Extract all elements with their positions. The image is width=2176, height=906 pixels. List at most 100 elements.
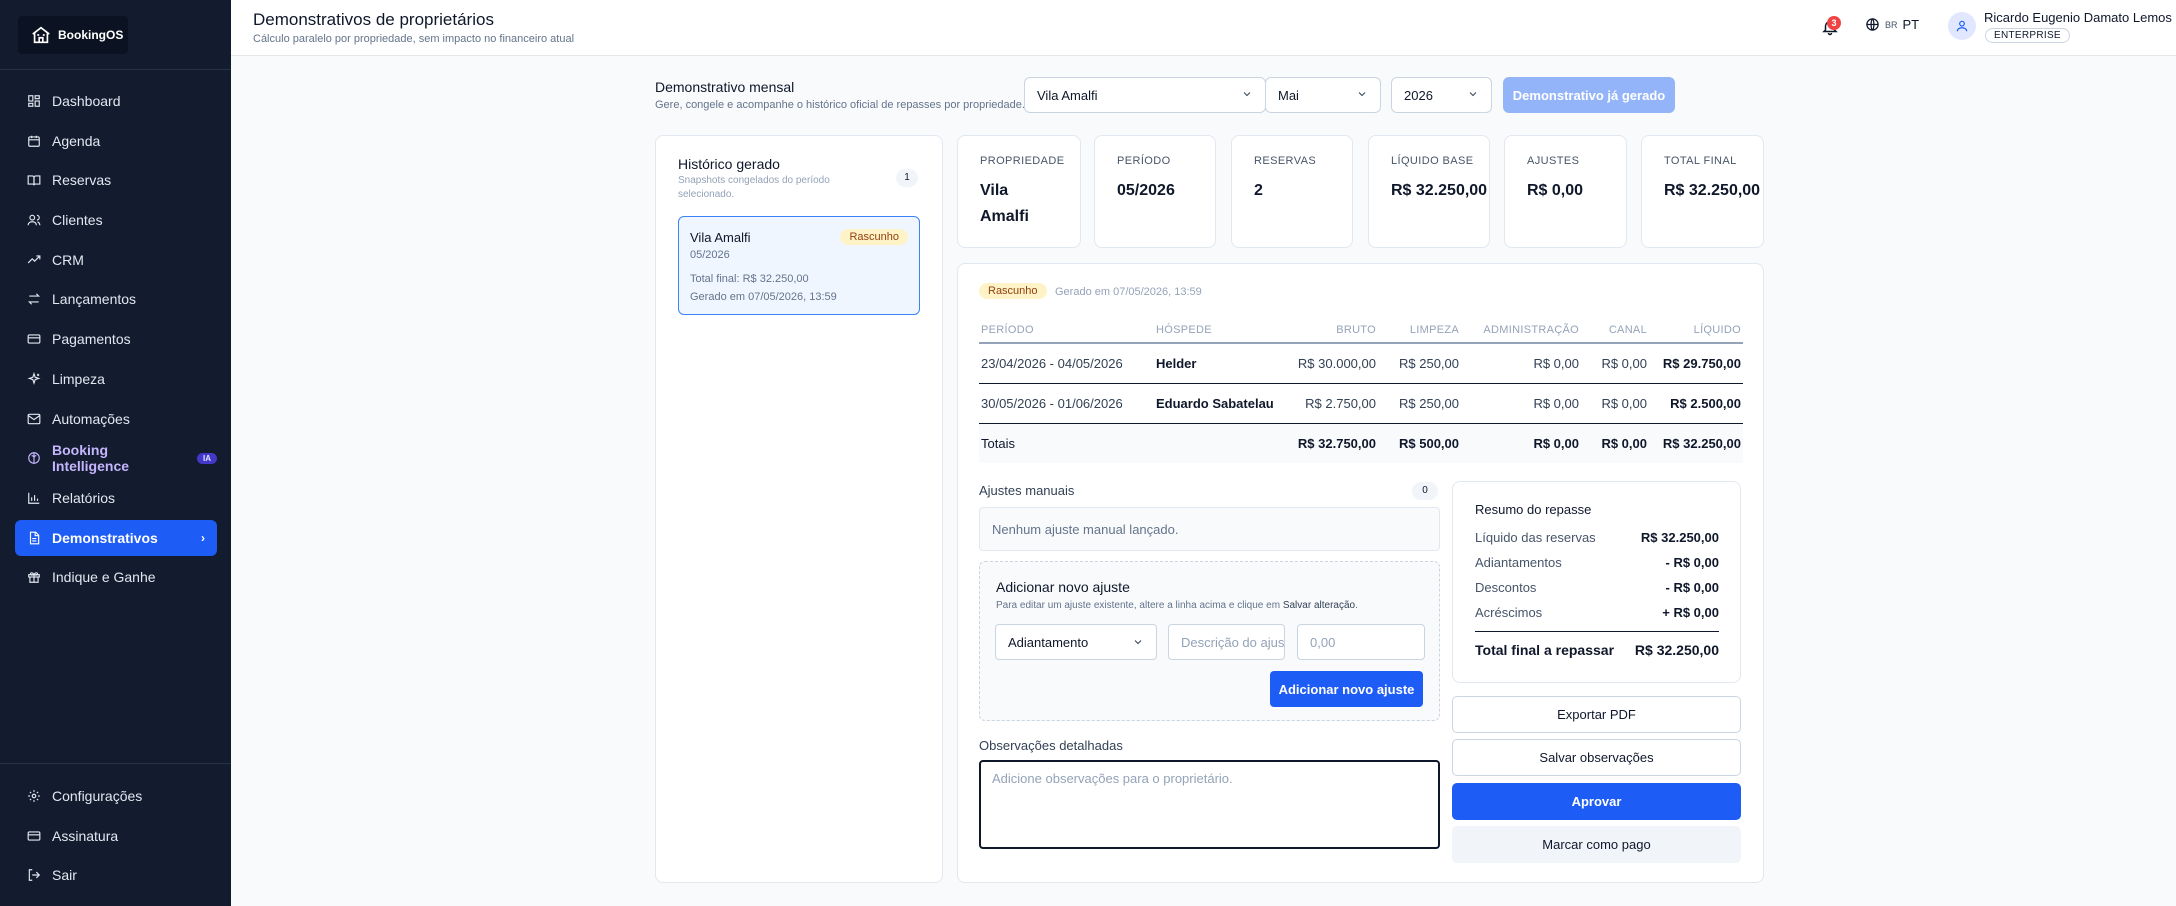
- sidebar-item-reservas[interactable]: Reservas: [15, 162, 217, 198]
- month-select[interactable]: Mai: [1265, 77, 1381, 113]
- app-logo-text: BookingOS: [58, 27, 124, 42]
- sidebar-item-clientes[interactable]: Clientes: [15, 202, 217, 238]
- stat-card-net-base: LÍQUIDO BASE R$ 32.250,00: [1368, 135, 1490, 248]
- globe-icon: [1866, 18, 1879, 31]
- snapshot-card[interactable]: Vila Amalfi Rascunho 05/2026 Total final…: [678, 216, 920, 315]
- cleaning-cell: R$ 250,00: [1378, 383, 1461, 424]
- sidebar-item-sair[interactable]: Sair: [15, 857, 217, 893]
- export-pdf-button[interactable]: Exportar PDF: [1452, 696, 1741, 733]
- approve-button[interactable]: Aprovar: [1452, 783, 1741, 820]
- sidebar-item-dashboard[interactable]: Dashboard: [15, 83, 217, 119]
- sidebar-item-label: Relatórios: [52, 489, 116, 506]
- sidebar-item-label: Clientes: [52, 212, 103, 229]
- sidebar-divider: [0, 763, 231, 764]
- totals-cleaning: R$ 500,00: [1378, 423, 1461, 463]
- save-observations-button[interactable]: Salvar observações: [1452, 739, 1741, 776]
- adjustment-value-input[interactable]: 0,00: [1297, 624, 1425, 660]
- adjustments-count-badge: 0: [1412, 482, 1438, 500]
- language-flag: BR: [1885, 19, 1898, 30]
- language-selector[interactable]: BR PT: [1865, 17, 1919, 32]
- stat-label: PERÍODO: [1117, 155, 1171, 167]
- history-title: Histórico gerado: [678, 156, 780, 172]
- stat-value: 05/2026: [1117, 182, 1175, 199]
- sidebar-item-demonstrativos[interactable]: Demonstrativos ›: [15, 519, 217, 556]
- language-code: PT: [1902, 17, 1920, 32]
- sidebar-item-label: Pagamentos: [52, 331, 131, 348]
- sidebar-nav: Dashboard Agenda Reservas Clientes CRM L…: [15, 83, 217, 599]
- sidebar-item-agenda[interactable]: Agenda: [15, 123, 217, 159]
- column-header: LÍQUIDO: [1649, 317, 1743, 344]
- summary-value: - R$ 0,00: [1665, 555, 1719, 570]
- property-select[interactable]: Vila Amalfi: [1024, 77, 1266, 113]
- summary-final-label: Total final a repassar: [1475, 642, 1615, 658]
- summary-row: Descontos - R$ 0,00: [1475, 580, 1719, 595]
- year-select-value: 2026: [1404, 87, 1433, 103]
- stat-label: LÍQUIDO BASE: [1391, 155, 1474, 167]
- summary-row: Adiantamentos - R$ 0,00: [1475, 555, 1719, 570]
- stat-label: PROPRIEDADE: [980, 155, 1065, 167]
- net-cell: R$ 2.500,00: [1649, 383, 1743, 424]
- year-select[interactable]: 2026: [1391, 77, 1492, 113]
- hint-text: Para editar um ajuste existente, altere …: [996, 600, 1283, 611]
- payout-summary: Resumo do repasse Líquido das reservas R…: [1452, 481, 1741, 683]
- channel-cell: R$ 0,00: [1581, 343, 1649, 384]
- add-adjustment-button[interactable]: Adicionar novo ajuste: [1270, 671, 1423, 707]
- observations-textarea[interactable]: Adicione observações para o proprietário…: [979, 760, 1440, 849]
- logout-icon: [27, 868, 41, 882]
- sidebar-item-assinatura[interactable]: Assinatura: [15, 818, 217, 854]
- sidebar-item-limpeza[interactable]: Limpeza: [15, 361, 217, 397]
- gross-cell: R$ 2.750,00: [1284, 383, 1378, 424]
- chevron-down-icon: [1134, 640, 1142, 645]
- ia-badge: IA: [197, 452, 217, 464]
- cleaning-cell: R$ 250,00: [1378, 343, 1461, 384]
- stat-label: TOTAL FINAL: [1664, 155, 1737, 167]
- new-adjustment-title: Adicionar novo ajuste: [996, 579, 1130, 595]
- chevron-down-icon: [1469, 92, 1477, 97]
- guest-cell: Helder: [1154, 343, 1284, 384]
- sidebar-item-crm[interactable]: CRM: [15, 242, 217, 278]
- sidebar-item-label: Reservas: [52, 172, 112, 189]
- hint-link-text: Salvar alteração: [1282, 600, 1356, 611]
- gross-cell: R$ 30.000,00: [1284, 343, 1378, 384]
- adjustment-description-input[interactable]: Descrição do ajuste: [1168, 624, 1285, 660]
- gear-icon: [27, 789, 41, 803]
- totals-net: R$ 32.250,00: [1649, 423, 1743, 463]
- chevron-down-icon: [1243, 92, 1251, 97]
- sidebar-item-relatorios[interactable]: Relatórios: [15, 480, 217, 516]
- generate-statement-button[interactable]: Demonstrativo já gerado: [1503, 77, 1675, 113]
- totals-row: Totais R$ 32.750,00 R$ 500,00 R$ 0,00 R$…: [979, 423, 1743, 463]
- summary-label: Acréscimos: [1475, 605, 1543, 620]
- totals-channel: R$ 0,00: [1581, 423, 1649, 463]
- net-cell: R$ 29.750,00: [1649, 343, 1743, 384]
- summary-final-row: Total final a repassar R$ 32.250,00: [1475, 642, 1719, 658]
- totals-gross: R$ 32.750,00: [1284, 423, 1378, 463]
- snapshot-period: 05/2026: [690, 249, 730, 261]
- table-row[interactable]: 30/05/2026 - 01/06/2026 Eduardo Sabatela…: [979, 383, 1743, 424]
- sidebar-item-booking-intelligence[interactable]: Booking Intelligence IA: [15, 440, 217, 476]
- stat-card-period: PERÍODO 05/2026: [1094, 135, 1216, 248]
- sidebar-item-lancamentos[interactable]: Lançamentos: [15, 281, 217, 317]
- page-title: Demonstrativos de proprietários: [253, 10, 494, 29]
- book-icon: [27, 173, 41, 187]
- avatar[interactable]: [1948, 12, 1976, 40]
- column-header: PERÍODO: [979, 317, 1154, 344]
- dashboard-icon: [27, 94, 41, 108]
- mark-as-paid-button[interactable]: Marcar como pago: [1452, 826, 1741, 863]
- sidebar-item-indique-e-ganhe[interactable]: Indique e Ganhe: [15, 559, 217, 595]
- stat-value: R$ 0,00: [1527, 182, 1584, 199]
- summary-label: Descontos: [1475, 580, 1537, 595]
- snapshot-property: Vila Amalfi: [690, 230, 751, 245]
- summary-label: Líquido das reservas: [1475, 530, 1596, 545]
- sidebar-item-configuracoes[interactable]: Configurações: [15, 778, 217, 814]
- sidebar-item-automacoes[interactable]: Automações: [15, 401, 217, 437]
- summary-value: R$ 32.250,00: [1640, 530, 1719, 545]
- app-logo[interactable]: BookingOS: [18, 15, 128, 54]
- column-header: LIMPEZA: [1378, 317, 1461, 344]
- sidebar-item-pagamentos[interactable]: Pagamentos: [15, 321, 217, 357]
- adjustments-empty-state: Nenhum ajuste manual lançado.: [979, 507, 1440, 551]
- adjustment-type-select[interactable]: Adiantamento: [995, 624, 1157, 660]
- guest-cell: Eduardo Sabatelau: [1154, 383, 1284, 424]
- table-row[interactable]: 23/04/2026 - 04/05/2026 Helder R$ 30.000…: [979, 343, 1743, 384]
- summary-divider: [1475, 631, 1719, 632]
- history-count-badge: 1: [896, 169, 918, 187]
